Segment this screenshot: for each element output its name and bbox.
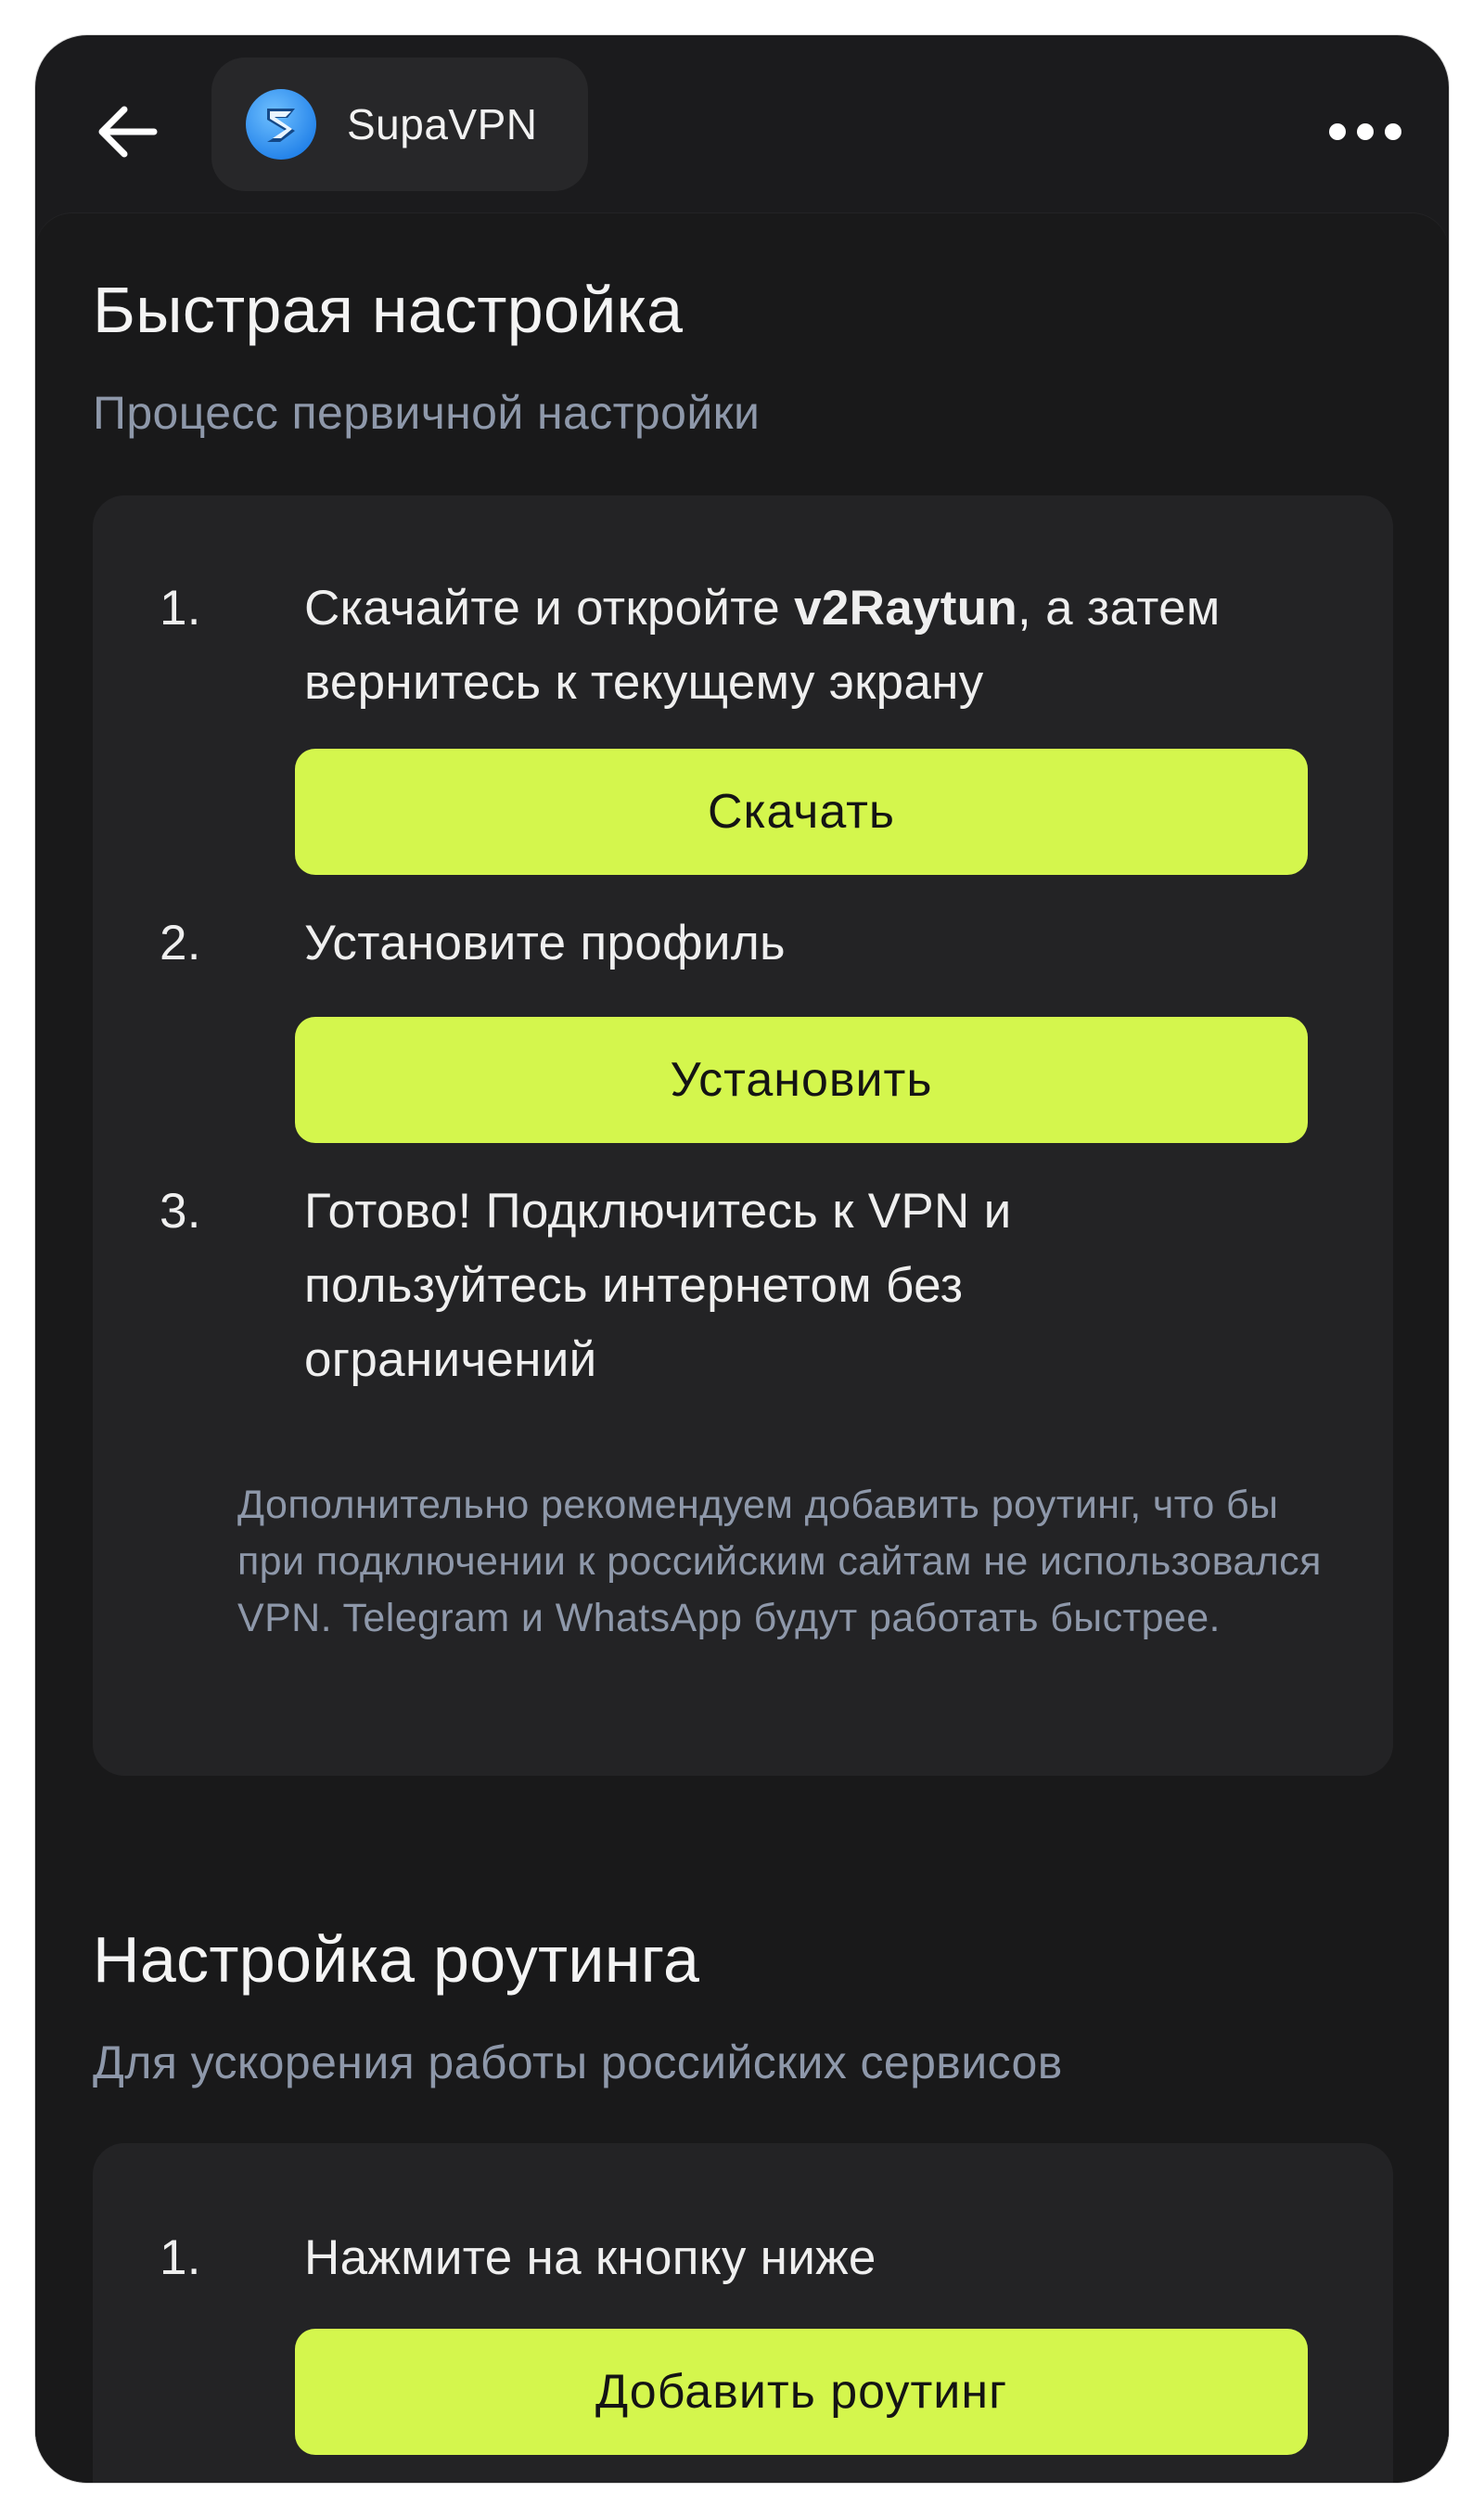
quick-setup-title: Быстрая настройка: [93, 274, 684, 346]
step-text: Нажмите на кнопку ниже: [304, 2230, 876, 2285]
step-1: 1. Скачайте и откройте v2Raytun, а затем…: [160, 572, 1328, 720]
step-text: Скачайте и откройте v2Raytun, а затем ве…: [304, 581, 1221, 710]
download-button[interactable]: Скачать: [295, 749, 1308, 875]
supavpn-logo-icon: [246, 89, 316, 160]
step-number: 2.: [160, 916, 201, 970]
top-bar: SupaVPN: [35, 35, 1449, 213]
step-text: Готово! Подключитесь к VPN и пользуйтесь…: [304, 1184, 1012, 1387]
install-profile-button[interactable]: Установить: [295, 1017, 1308, 1143]
app-name: SupaVPN: [347, 100, 538, 148]
main-content[interactable]: Быстрая настройка Процесс первичной наст…: [35, 213, 1449, 2483]
routing-step-1: 1. Нажмите на кнопку ниже: [160, 2221, 1328, 2295]
routing-setup-subtitle: Для ускорения работы российских сервисов: [93, 2036, 1063, 2088]
step-number: 1.: [160, 581, 201, 636]
step-number: 3.: [160, 1184, 201, 1239]
add-routing-button[interactable]: Добавить роутинг: [295, 2329, 1308, 2455]
step-number: 1.: [160, 2230, 201, 2285]
step-text: Установите профиль: [304, 916, 786, 970]
step-3: 3. Готово! Подключитесь к VPN и пользуйт…: [160, 1175, 1328, 1397]
more-horizontal-icon: [1329, 123, 1401, 140]
quick-setup-card: 1. Скачайте и откройте v2Raytun, а затем…: [93, 495, 1393, 1776]
back-button[interactable]: [89, 93, 167, 171]
quick-setup-subtitle: Процесс первичной настройки: [93, 387, 761, 439]
app-screen: SupaVPN Быстрая настройка Процесс первич…: [35, 35, 1449, 2483]
more-button[interactable]: [1326, 113, 1404, 150]
arrow-left-icon: [98, 106, 158, 158]
routing-setup-title: Настройка роутинга: [93, 1923, 700, 1996]
app-name-bold: v2Raytun: [794, 581, 1018, 636]
routing-setup-card: 1. Нажмите на кнопку ниже Добавить роути…: [93, 2143, 1393, 2483]
routing-recommendation-note: Дополнительно рекомендуем добавить роути…: [237, 1483, 1322, 1640]
app-title-chip[interactable]: SupaVPN: [211, 58, 588, 191]
step-2: 2. Установите профиль: [160, 906, 1328, 981]
